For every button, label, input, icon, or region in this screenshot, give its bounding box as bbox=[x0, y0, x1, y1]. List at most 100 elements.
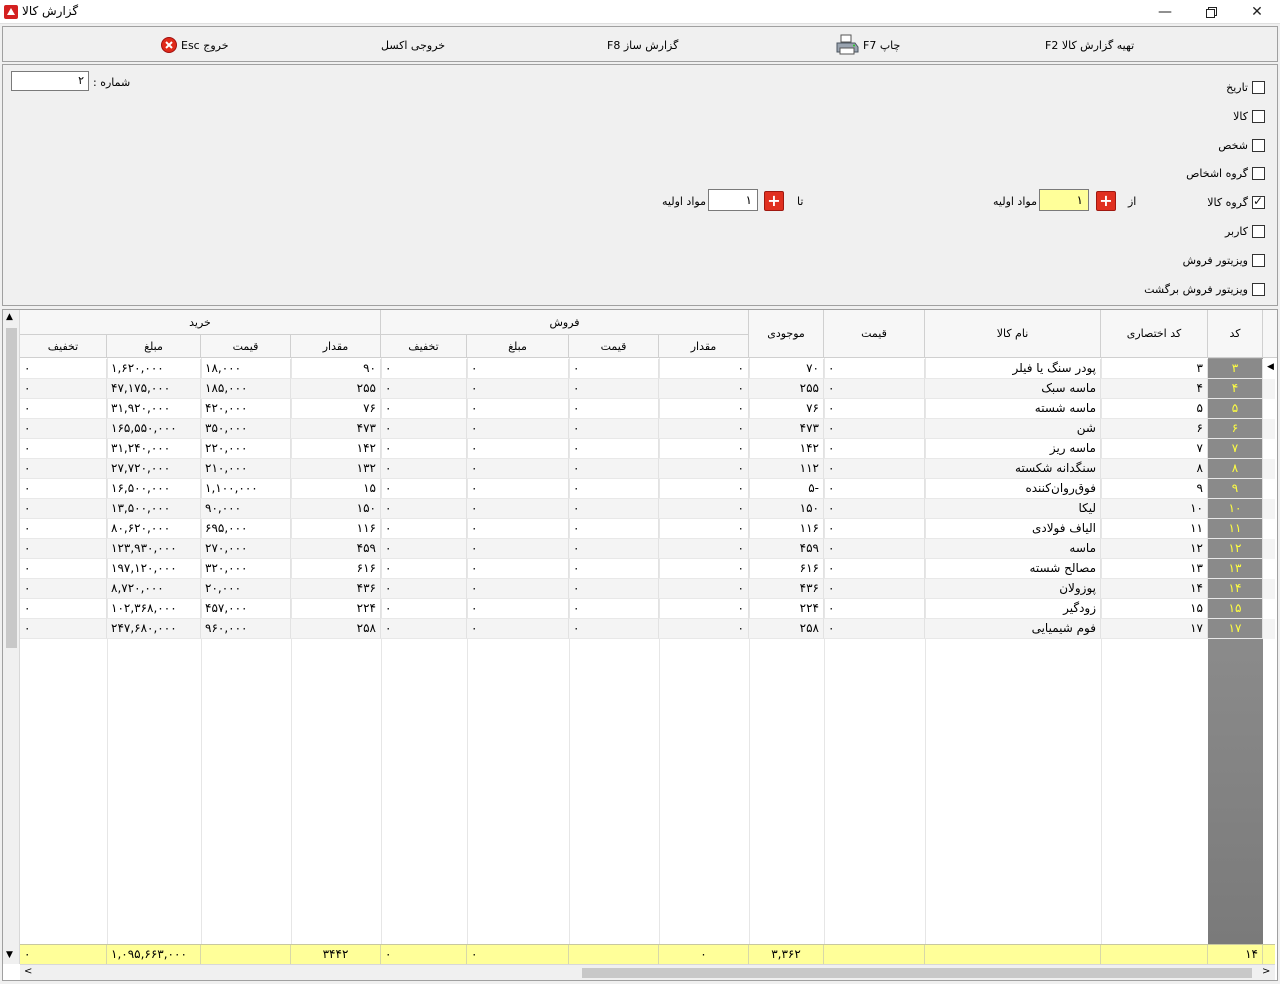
row-purchase-amount[interactable]: ۱۹۷,۱۲۰,۰۰۰ bbox=[107, 559, 201, 579]
from-add-button[interactable]: + bbox=[1096, 191, 1116, 211]
row-sales-qty[interactable]: ۰ bbox=[659, 519, 749, 539]
row-purchase-amount[interactable]: ۱۶,۵۰۰,۰۰۰ bbox=[107, 479, 201, 499]
row-stock[interactable]: ۲۲۴ bbox=[749, 599, 824, 619]
row-sales-price[interactable]: ۰ bbox=[569, 379, 659, 399]
row-stock[interactable]: ۱۵۰ bbox=[749, 499, 824, 519]
row-purchase-price[interactable]: ۹۶۰,۰۰۰ bbox=[201, 619, 291, 639]
row-short-code[interactable]: ۹ bbox=[1101, 479, 1208, 499]
row-product-name[interactable]: فوم شیمیایی bbox=[925, 619, 1101, 639]
row-sales-price[interactable]: ۰ bbox=[569, 619, 659, 639]
row-stock[interactable]: ۴۳۶ bbox=[749, 579, 824, 599]
row-purchase-discount[interactable]: ۰ bbox=[20, 579, 107, 599]
row-sales-price[interactable]: ۰ bbox=[569, 519, 659, 539]
table-row[interactable]: ۳ ۳ پودر سنگ یا فیلر ۰ ۷۰ ۰ ۰ ۰ ۰ ۹۰ ۱۸,۰۰۰ ۱,۶۲۰,۰… bbox=[20, 359, 1275, 379]
vertical-scroll-thumb[interactable] bbox=[6, 328, 17, 648]
horizontal-scrollbar[interactable]: < > bbox=[20, 964, 1275, 980]
row-purchase-amount[interactable]: ۴۷,۱۷۵,۰۰۰ bbox=[107, 379, 201, 399]
row-short-code[interactable]: ۵ bbox=[1101, 399, 1208, 419]
row-sales-qty[interactable]: ۰ bbox=[659, 499, 749, 519]
row-sales-amount[interactable]: ۰ bbox=[467, 579, 569, 599]
row-product-name[interactable]: مصالح شسته bbox=[925, 559, 1101, 579]
row-stock[interactable]: ۴۵۹ bbox=[749, 539, 824, 559]
row-price[interactable]: ۰ bbox=[824, 599, 925, 619]
row-sales-discount[interactable]: ۰ bbox=[381, 499, 467, 519]
header-sales-discount[interactable]: تخفیف bbox=[381, 335, 467, 358]
row-purchase-qty[interactable]: ۱۵ bbox=[291, 479, 381, 499]
table-row[interactable]: ۱۰ ۱۰ لیکا ۰ ۱۵۰ ۰ ۰ ۰ ۰ ۱۵۰ ۹۰,۰۰۰ ۱۳,۵۰۰,۰۰۰ ۰ bbox=[20, 499, 1275, 519]
row-sales-discount[interactable]: ۰ bbox=[381, 419, 467, 439]
row-sales-price[interactable]: ۰ bbox=[569, 559, 659, 579]
row-sales-amount[interactable]: ۰ bbox=[467, 459, 569, 479]
row-sales-discount[interactable]: ۰ bbox=[381, 439, 467, 459]
row-sales-price[interactable]: ۰ bbox=[569, 599, 659, 619]
person-group-checkbox[interactable] bbox=[1252, 166, 1265, 180]
row-sales-discount[interactable]: ۰ bbox=[381, 619, 467, 639]
row-sales-amount[interactable]: ۰ bbox=[467, 419, 569, 439]
row-sales-amount[interactable]: ۰ bbox=[467, 439, 569, 459]
row-purchase-discount[interactable]: ۰ bbox=[20, 559, 107, 579]
row-price[interactable]: ۰ bbox=[824, 419, 925, 439]
row-stock[interactable]: ۴۷۳ bbox=[749, 419, 824, 439]
row-sales-discount[interactable]: ۰ bbox=[381, 399, 467, 419]
row-purchase-qty[interactable]: ۴۵۹ bbox=[291, 539, 381, 559]
row-price[interactable]: ۰ bbox=[824, 379, 925, 399]
row-purchase-price[interactable]: ۶۹۵,۰۰۰ bbox=[201, 519, 291, 539]
scroll-left-icon[interactable]: < bbox=[24, 966, 32, 977]
row-sales-price[interactable]: ۰ bbox=[569, 359, 659, 379]
scroll-up-icon[interactable]: ▲ bbox=[6, 312, 13, 322]
row-purchase-discount[interactable]: ۰ bbox=[20, 519, 107, 539]
row-short-code[interactable]: ۱۳ bbox=[1101, 559, 1208, 579]
row-product-name[interactable]: سنگدانه شکسته bbox=[925, 459, 1101, 479]
restore-button[interactable] bbox=[1188, 0, 1234, 24]
row-purchase-amount[interactable]: ۱۲۳,۹۳۰,۰۰۰ bbox=[107, 539, 201, 559]
row-purchase-amount[interactable]: ۳۱,۹۲۰,۰۰۰ bbox=[107, 399, 201, 419]
row-price[interactable]: ۰ bbox=[824, 559, 925, 579]
header-sales-amount[interactable]: مبلغ bbox=[467, 335, 569, 358]
prepare-report-button[interactable]: تهیه گزارش کالا F2 bbox=[1045, 33, 1134, 57]
row-purchase-discount[interactable]: ۰ bbox=[20, 379, 107, 399]
row-code[interactable]: ۱۳ bbox=[1208, 559, 1263, 579]
row-purchase-amount[interactable]: ۸,۷۲۰,۰۰۰ bbox=[107, 579, 201, 599]
exit-button[interactable]: خروج Esc bbox=[161, 33, 229, 57]
row-sales-price[interactable]: ۰ bbox=[569, 539, 659, 559]
row-purchase-amount[interactable]: ۱۶۵,۵۵۰,۰۰۰ bbox=[107, 419, 201, 439]
row-purchase-amount[interactable]: ۱,۶۲۰,۰۰۰ bbox=[107, 359, 201, 379]
close-button[interactable]: ✕ bbox=[1234, 0, 1280, 24]
row-short-code[interactable]: ۱۴ bbox=[1101, 579, 1208, 599]
row-code[interactable]: ۴ bbox=[1208, 379, 1263, 399]
row-sales-qty[interactable]: ۰ bbox=[659, 559, 749, 579]
row-product-name[interactable]: ماسه سبک bbox=[925, 379, 1101, 399]
row-price[interactable]: ۰ bbox=[824, 619, 925, 639]
row-sales-price[interactable]: ۰ bbox=[569, 499, 659, 519]
header-code[interactable]: کد bbox=[1208, 310, 1263, 358]
row-sales-qty[interactable]: ۰ bbox=[659, 619, 749, 639]
row-short-code[interactable]: ۱۲ bbox=[1101, 539, 1208, 559]
sales-visitor-checkbox[interactable] bbox=[1252, 253, 1265, 267]
row-sales-discount[interactable]: ۰ bbox=[381, 459, 467, 479]
return-visitor-filter[interactable]: ویزیتور فروش برگشت bbox=[1144, 281, 1265, 297]
row-product-name[interactable]: ماسه bbox=[925, 539, 1101, 559]
row-sales-discount[interactable]: ۰ bbox=[381, 519, 467, 539]
row-sales-qty[interactable]: ۰ bbox=[659, 359, 749, 379]
row-purchase-qty[interactable]: ۴۷۳ bbox=[291, 419, 381, 439]
row-sales-qty[interactable]: ۰ bbox=[659, 439, 749, 459]
row-purchase-qty[interactable]: ۱۴۲ bbox=[291, 439, 381, 459]
row-short-code[interactable]: ۱۱ bbox=[1101, 519, 1208, 539]
from-group-input[interactable]: ۱ bbox=[1039, 189, 1089, 211]
row-code[interactable]: ۱۷ bbox=[1208, 619, 1263, 639]
header-purchase-price[interactable]: قیمت bbox=[201, 335, 291, 358]
row-price[interactable]: ۰ bbox=[824, 359, 925, 379]
row-product-name[interactable]: شن bbox=[925, 419, 1101, 439]
row-stock[interactable]: ۶۱۶ bbox=[749, 559, 824, 579]
row-code[interactable]: ۵ bbox=[1208, 399, 1263, 419]
row-purchase-qty[interactable]: ۱۵۰ bbox=[291, 499, 381, 519]
row-short-code[interactable]: ۱۷ bbox=[1101, 619, 1208, 639]
row-sales-amount[interactable]: ۰ bbox=[467, 559, 569, 579]
row-price[interactable]: ۰ bbox=[824, 459, 925, 479]
row-sales-price[interactable]: ۰ bbox=[569, 419, 659, 439]
table-row[interactable]: ۸ ۸ سنگدانه شکسته ۰ ۱۱۲ ۰ ۰ ۰ ۰ ۱۳۲ ۲۱۰,۰۰۰ ۲۷,۷۲۰,… bbox=[20, 459, 1275, 479]
row-purchase-price[interactable]: ۴۵۷,۰۰۰ bbox=[201, 599, 291, 619]
table-row[interactable]: ۱۴ ۱۴ پوزولان ۰ ۴۳۶ ۰ ۰ ۰ ۰ ۴۳۶ ۲۰,۰۰۰ ۸,۷۲۰,۰۰۰ ۰ bbox=[20, 579, 1275, 599]
product-checkbox[interactable] bbox=[1252, 109, 1265, 123]
product-group-filter[interactable]: گروه کالا bbox=[1207, 194, 1265, 210]
